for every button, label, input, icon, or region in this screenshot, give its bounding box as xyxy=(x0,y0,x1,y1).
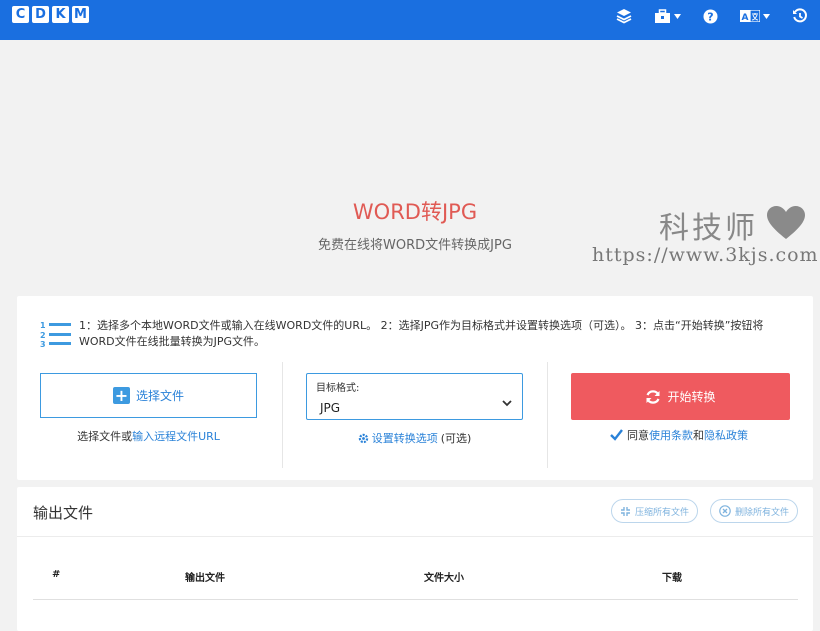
settings-link[interactable]: 设置转换选项 xyxy=(372,430,438,446)
refresh-icon xyxy=(646,389,660,404)
target-format-value: JPG xyxy=(320,401,341,415)
table-divider xyxy=(33,599,798,600)
agree-and: 和 xyxy=(693,429,704,442)
target-format-select[interactable]: 目标格式: JPG xyxy=(306,373,523,420)
gear-icon xyxy=(358,433,368,443)
logo[interactable]: C D K M xyxy=(12,6,89,23)
select-help-prefix: 选择文件或 xyxy=(77,430,133,443)
layers-icon[interactable] xyxy=(616,8,632,24)
settings-row: 设置转换选项 (可选) xyxy=(306,430,523,446)
watermark-url: https://www.3kjs.com xyxy=(592,244,819,266)
divider xyxy=(547,362,548,468)
close-circle-icon xyxy=(719,505,731,517)
chevron-down-icon xyxy=(763,13,770,19)
agree-checkbox[interactable] xyxy=(610,429,623,441)
privacy-link[interactable]: 隐私政策 xyxy=(704,429,748,442)
chevron-down-icon xyxy=(674,13,681,19)
column-header-download: 下载 xyxy=(662,573,682,584)
svg-text:?: ? xyxy=(707,10,713,23)
target-format-label: 目标格式: xyxy=(316,383,360,394)
output-title: 输出文件 xyxy=(33,504,94,522)
converter-card: 1 2 3 1：选择多个本地WORD文件或输入在线WORD文件的URL。 2：选… xyxy=(17,296,813,480)
remote-url-link[interactable]: 输入远程文件URL xyxy=(132,430,220,443)
start-convert-label: 开始转换 xyxy=(667,390,716,404)
start-convert-button[interactable]: 开始转换 xyxy=(571,373,790,420)
heart-icon xyxy=(767,206,805,239)
agree-prefix: 同意 xyxy=(627,429,649,442)
numbered-list-icon: 1 2 3 xyxy=(40,321,71,348)
logo-letter-d: D xyxy=(32,6,49,23)
top-nav: ? A xyxy=(616,8,808,24)
language-icon[interactable]: A xyxy=(740,10,770,22)
plus-icon: + xyxy=(112,386,130,405)
select-file-button[interactable]: + 选择文件 xyxy=(40,373,257,418)
column-header-output-file: 输出文件 xyxy=(185,573,225,584)
compress-all-button[interactable]: 压缩所有文件 xyxy=(611,499,699,523)
delete-all-button[interactable]: 删除所有文件 xyxy=(710,499,799,523)
column-header-index: # xyxy=(52,569,61,580)
delete-all-label: 删除所有文件 xyxy=(735,507,790,518)
history-icon[interactable] xyxy=(792,8,808,24)
output-card: 输出文件 压缩所有文件 删除所有文件 # 输出文件 文件大小 下载 xyxy=(17,487,813,631)
help-icon[interactable]: ? xyxy=(703,9,718,24)
select-help: 选择文件或输入远程文件URL xyxy=(40,428,257,444)
watermark-text: 科技师 xyxy=(659,211,758,246)
svg-text:A: A xyxy=(742,13,749,22)
divider xyxy=(282,362,283,468)
svg-text:1: 1 xyxy=(40,321,46,330)
column-header-file-size: 文件大小 xyxy=(424,573,464,584)
terms-link[interactable]: 使用条款 xyxy=(649,429,693,442)
compress-icon xyxy=(621,506,630,516)
top-bar: C D K M ? A xyxy=(0,0,820,40)
toolbox-icon[interactable] xyxy=(654,8,681,24)
chevron-down-icon xyxy=(502,400,512,407)
svg-text:2: 2 xyxy=(40,331,46,340)
divider xyxy=(17,536,813,537)
steps-instructions: 1：选择多个本地WORD文件或输入在线WORD文件的URL。 2：选择JPG作为… xyxy=(79,319,764,348)
logo-letter-c: C xyxy=(12,6,29,23)
select-file-label: 选择文件 xyxy=(135,389,184,403)
compress-all-label: 压缩所有文件 xyxy=(635,507,690,518)
logo-letter-m: M xyxy=(72,6,89,23)
settings-optional: (可选) xyxy=(440,432,472,445)
svg-text:3: 3 xyxy=(40,340,46,348)
agree-row: 同意使用条款和隐私政策 xyxy=(610,427,748,443)
logo-letter-k: K xyxy=(52,6,69,23)
